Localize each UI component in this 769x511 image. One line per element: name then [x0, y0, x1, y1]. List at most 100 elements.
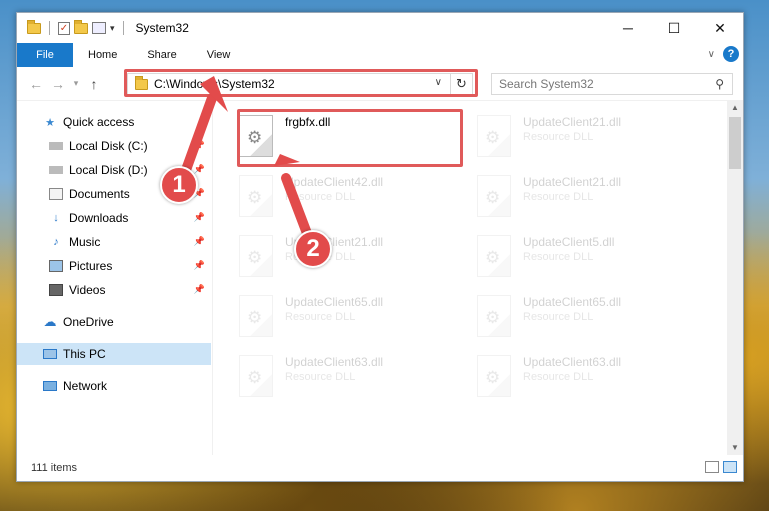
quick-access-toolbar: ✓ ▾ [17, 19, 128, 35]
sidebar-item-this-pc[interactable]: This PC [17, 343, 211, 365]
file-type: Resource DLL [523, 371, 594, 383]
expand-ribbon-icon[interactable]: ∨ [708, 49, 715, 60]
sidebar-item-music[interactable]: ♪ Music 📌 [17, 231, 211, 253]
tab-file[interactable]: File [17, 43, 73, 67]
file-item[interactable]: ⚙ UpdateClient65.dll Resource DLL [477, 291, 703, 349]
file-item[interactable]: ⚙ UpdateClient21.dllResource DLL [477, 171, 703, 229]
navigation-bar: ← → ▾ ↑ C:\Windows\System32 ∨ ↻ Search S… [17, 67, 743, 101]
recent-locations-icon[interactable]: ▾ [69, 78, 83, 89]
file-item[interactable]: ⚙ UpdateClient21.dllResource DLL [239, 231, 465, 289]
vertical-scrollbar[interactable]: ▲ ▼ [727, 101, 743, 455]
back-arrow-icon[interactable]: ← [25, 76, 47, 92]
sidebar-item-label: Local Disk (C:) [69, 139, 148, 153]
file-item[interactable]: ⚙ UpdateClient5.dll Resource DLL [477, 231, 703, 289]
gear-icon: ⚙ [247, 308, 263, 327]
file-item[interactable]: ⚙ UpdateClient63.dll Resource DLL [239, 351, 465, 409]
search-icon[interactable]: ⚲ [715, 77, 724, 91]
gear-icon: ⚙ [485, 248, 501, 267]
sidebar-item-label: Videos [69, 283, 106, 297]
videos-icon [49, 284, 63, 296]
file-type: Resource DLL [523, 131, 594, 143]
gear-icon: ⚙ [485, 308, 501, 327]
close-button[interactable]: ✕ [697, 13, 743, 43]
pin-icon[interactable]: 📌 [194, 236, 205, 247]
file-type: Resource DLL [285, 371, 356, 383]
file-type: Resource DLL [285, 311, 356, 323]
navigation-pane: ★ Quick access Local Disk (C:) 📌 Local D… [17, 101, 213, 455]
computer-icon [43, 349, 57, 359]
tab-share[interactable]: Share [132, 43, 191, 67]
maximize-button[interactable]: ☐ [651, 13, 697, 43]
sidebar-item-label: Documents [69, 187, 130, 201]
gear-icon: ⚙ [485, 368, 501, 387]
dll-file-icon: ⚙ [477, 295, 511, 337]
sidebar-item-label: Quick access [63, 115, 135, 129]
documents-icon [49, 188, 63, 200]
view-toggle [705, 461, 737, 473]
step-badge-2: 2 [294, 230, 332, 268]
sidebar-item-local-disk-c[interactable]: Local Disk (C:) 📌 [17, 135, 211, 157]
sidebar-item-pictures[interactable]: Pictures 📌 [17, 255, 211, 277]
search-box[interactable]: Search System32 ⚲ [491, 73, 733, 95]
tab-view[interactable]: View [192, 43, 246, 67]
file-item[interactable]: ⚙ UpdateClient42.dll Resource DLL [239, 171, 465, 229]
dll-file-icon: ⚙ [477, 355, 511, 397]
file-type: Resource DLL [523, 191, 594, 203]
pin-icon[interactable]: 📌 [194, 140, 205, 151]
properties-check-icon[interactable]: ✓ [58, 21, 70, 35]
pin-icon[interactable]: 📌 [194, 212, 205, 223]
ribbon-right-controls: ∨ ? [708, 46, 739, 62]
star-icon: ★ [45, 116, 55, 129]
drive-icon [49, 142, 63, 150]
network-icon [43, 381, 57, 391]
gear-icon: ⚙ [485, 188, 501, 207]
large-icons-view-icon[interactable] [723, 461, 737, 473]
sidebar-item-onedrive[interactable]: ☁ OneDrive [17, 311, 211, 333]
step-badge-1: 1 [160, 166, 198, 204]
file-name: UpdateClient63.dll [523, 355, 622, 369]
help-icon[interactable]: ? [723, 46, 739, 62]
file-explorer-window: ✓ ▾ System32 ─ ☐ ✕ File Home Share View … [16, 12, 744, 482]
forward-arrow-icon[interactable]: → [47, 76, 69, 92]
file-name: UpdateClient63.dll [285, 355, 384, 369]
file-type: Resource DLL [523, 251, 594, 263]
up-arrow-icon[interactable]: ↑ [83, 76, 105, 92]
scroll-thumb[interactable] [729, 117, 741, 169]
pictures-icon [49, 260, 63, 272]
dll-file-icon: ⚙ [477, 115, 511, 157]
pin-icon[interactable]: 📌 [194, 284, 205, 295]
properties-icon[interactable] [92, 22, 106, 34]
tab-home[interactable]: Home [73, 43, 132, 67]
gear-icon: ⚙ [247, 368, 263, 387]
window-controls: ─ ☐ ✕ [605, 13, 743, 43]
file-item[interactable]: ⚙ UpdateClient21.dllResource DLL [477, 111, 703, 169]
title-bar: ✓ ▾ System32 ─ ☐ ✕ [17, 13, 743, 43]
dll-file-icon: ⚙ [239, 235, 273, 277]
folder-icon [27, 19, 41, 34]
search-input[interactable]: Search System32 [499, 77, 594, 91]
sidebar-item-network[interactable]: Network [17, 375, 211, 397]
pin-icon[interactable]: 📌 [194, 164, 205, 175]
minimize-button[interactable]: ─ [605, 13, 651, 43]
file-name: UpdateClient65.dll [285, 295, 384, 309]
item-count: 111 items [31, 462, 78, 474]
file-item[interactable]: ⚙ UpdateClient65.dll Resource DLL [239, 291, 465, 349]
gear-icon: ⚙ [247, 188, 263, 207]
customize-toolbar-icon[interactable]: ▾ [110, 23, 115, 34]
gear-icon: ⚙ [247, 248, 263, 267]
dll-file-icon: ⚙ [477, 175, 511, 217]
new-folder-icon[interactable] [74, 19, 88, 34]
scroll-down-icon[interactable]: ▼ [727, 441, 743, 455]
sidebar-item-videos[interactable]: Videos 📌 [17, 279, 211, 301]
sidebar-item-quick-access[interactable]: ★ Quick access [17, 111, 211, 133]
details-view-icon[interactable] [705, 461, 719, 473]
download-icon: ↓ [53, 212, 59, 224]
sidebar-item-downloads[interactable]: ↓ Downloads 📌 [17, 207, 211, 229]
scroll-up-icon[interactable]: ▲ [727, 101, 743, 115]
file-name: UpdateClient5.dll [523, 235, 615, 249]
file-item[interactable]: ⚙ UpdateClient63.dll Resource DLL [477, 351, 703, 409]
toolbar-divider [49, 21, 50, 35]
pin-icon[interactable]: 📌 [194, 260, 205, 271]
gear-icon: ⚙ [485, 128, 501, 147]
drive-icon [49, 166, 63, 174]
